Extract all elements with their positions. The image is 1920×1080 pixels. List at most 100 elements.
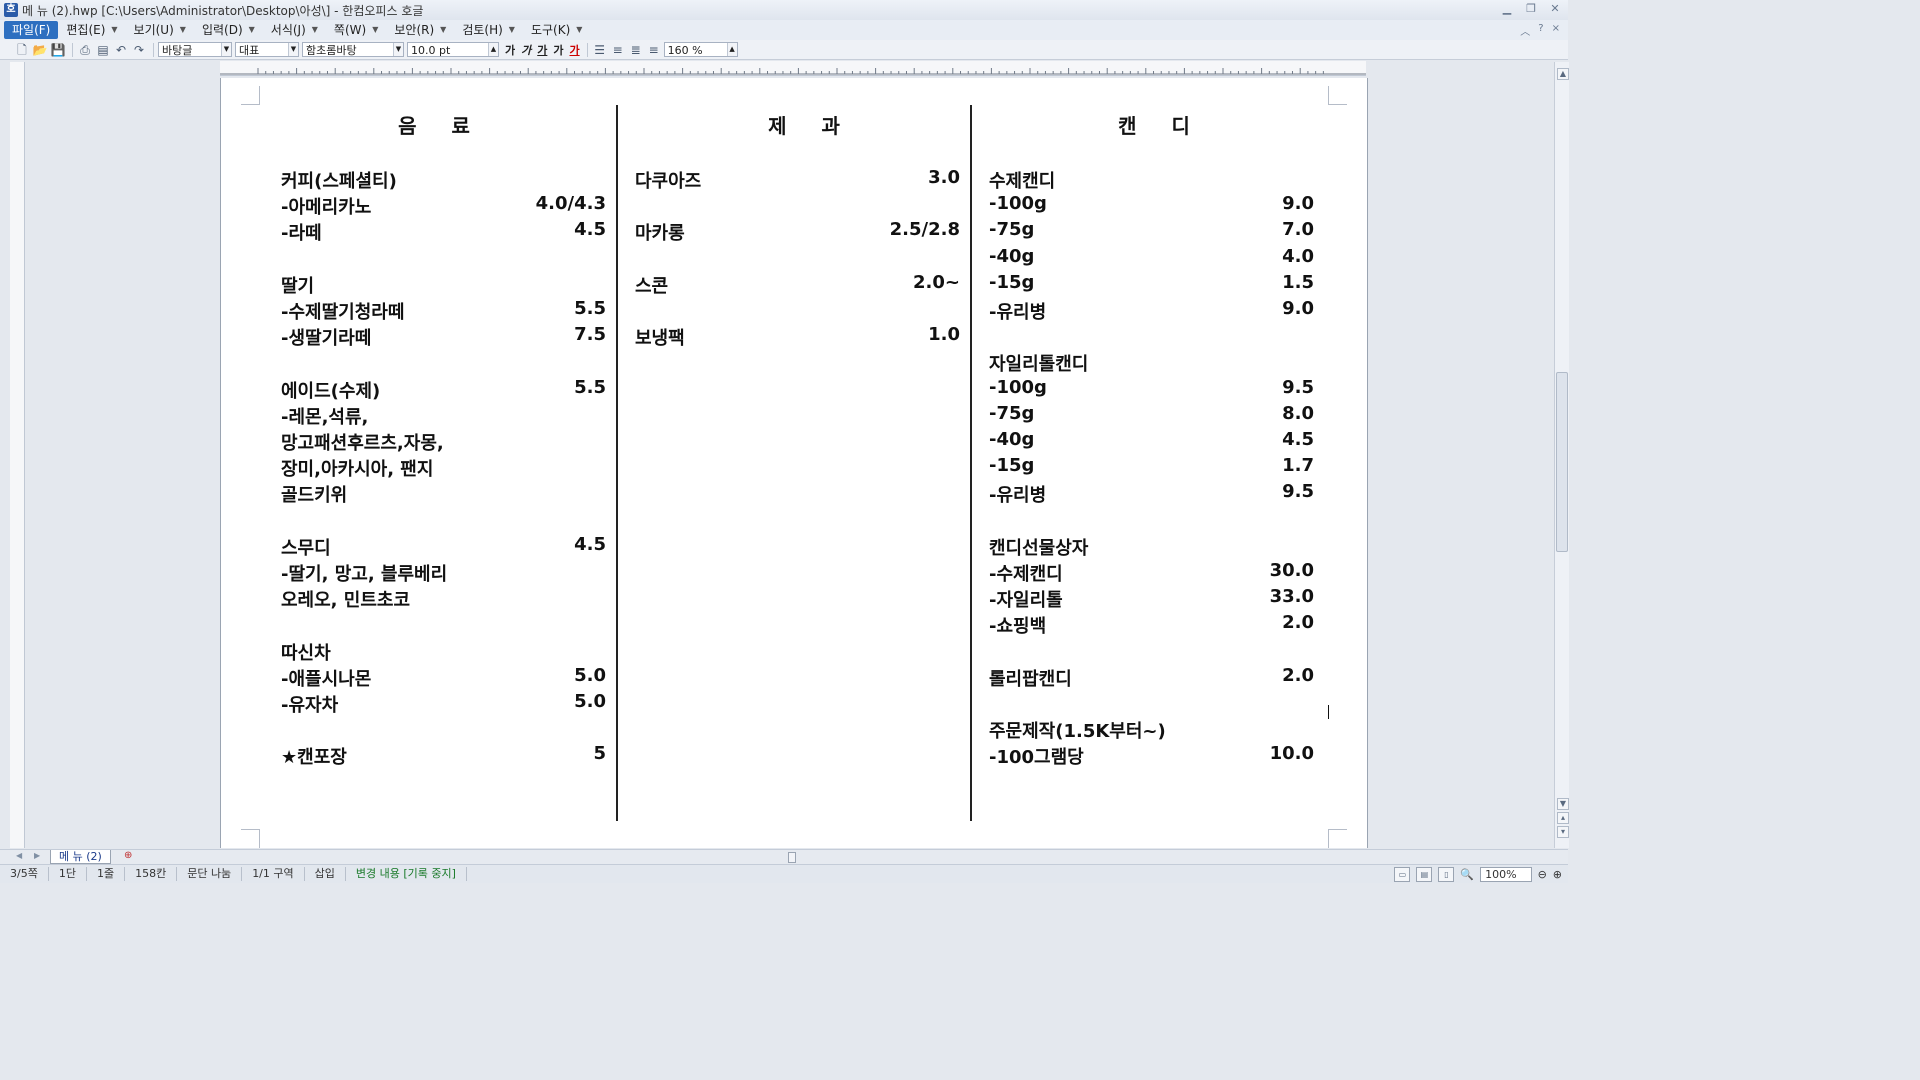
menu-view[interactable]: 보기(U) ▼ [126,21,194,39]
item-name: -100그램당 [989,747,1084,769]
style-select[interactable]: 바탕글 ▼ [158,42,232,57]
menu-review[interactable]: 검토(H) ▼ [454,21,523,39]
status-page[interactable]: 3/5쪽 [0,867,49,881]
status-section: 1/1 구역 [242,867,305,881]
open-folder-icon[interactable]: 📂 [32,42,48,58]
item-name: -유리병 [989,302,1047,323]
toolbar-divider [586,42,588,57]
restore-icon[interactable]: ❐ [1524,2,1538,16]
drinks-menu-row: -레몬,석류, [281,403,606,428]
redo-icon[interactable]: ↷ [131,42,147,58]
underline-button[interactable]: 가 [537,42,547,58]
align-justify-icon[interactable]: ☰ [592,42,608,58]
align-right-icon[interactable]: ≡ [646,42,662,58]
item-name: 수제캔디 [989,171,1056,192]
prev-page-icon[interactable]: ▴ [1557,812,1569,824]
normal-view-icon[interactable]: ▭ [1394,867,1411,882]
status-char: 158칸 [125,867,178,881]
item-price: 4.5 [574,533,606,555]
minimize-icon[interactable]: ▁ [1500,2,1514,16]
status-track-changes[interactable]: 변경 내용 [기록 중지] [346,867,467,881]
font-select[interactable]: 함초롬바탕 ▼ [302,42,404,57]
item-name: 보냉팩 [635,328,685,350]
bold-button[interactable]: 가 [505,42,515,58]
candy-menu-row: -15g 1.5 [989,272,1314,296]
item-price: 4.5 [574,219,606,241]
status-insert-mode[interactable]: 삽입 [305,867,346,881]
font-color-button[interactable]: 가 [570,42,580,58]
item-name: 에이드(수제) [281,380,381,402]
drinks-menu-row: ★캔포장 5 [281,743,606,768]
menu-insert[interactable]: 입력(D) ▼ [194,21,263,39]
menu-format[interactable]: 서식(J) ▼ [263,21,326,39]
vertical-scrollbar[interactable]: ▲ ▼ ▴ ▾ [1554,62,1569,848]
item-price: 2.0 [1282,612,1314,634]
toolbar-divider [153,42,154,57]
undo-icon[interactable]: ↶ [113,42,129,58]
zoom-select[interactable]: 100% [1480,867,1532,882]
font-size-input[interactable]: 10.0 pt ▲ [407,42,499,57]
item-name: 오레오, 민트초코 [281,590,411,612]
drinks-menu-row: -라떼 4.5 [281,219,606,245]
toolbar: 🗋 📂 💾 ⎙ ▤ ↶ ↷ 바탕글 ▼ 대표 ▼ 함초롬바탕 ▼ 10.0 pt ▲ 가… [0,40,1568,60]
hwp-logo-icon: 호 [4,3,18,17]
italic-button[interactable]: 가 [521,42,531,58]
item-name: -100g [989,193,1047,215]
next-page-icon[interactable]: ▾ [1557,826,1569,838]
ribbon-toggle-icon[interactable]: ︿ [1520,23,1530,38]
save-icon[interactable]: 💾 [50,42,66,58]
new-tab-icon[interactable]: ⊕ [124,850,132,861]
menu-file[interactable]: 파일(F) [4,21,59,39]
item-price: 5.5 [574,376,606,398]
scroll-down-icon[interactable]: ▼ [1557,798,1569,810]
item-price: 10.0 [1269,743,1314,765]
horizontal-ruler[interactable] [220,61,1366,76]
scroll-up-icon[interactable]: ▲ [1557,68,1569,80]
web-view-icon[interactable]: ▤ [1416,867,1433,882]
caret-down-icon: ▼ [440,25,447,34]
item-name: -수제캔디 [989,564,1063,585]
close-icon[interactable]: ✕ [1548,2,1562,16]
horizontal-scroll-thumb[interactable] [788,852,796,863]
doc-close-icon[interactable]: × [1552,23,1560,38]
zoom-icon[interactable]: 🔍 [1460,868,1474,881]
item-price: 7.5 [574,324,606,346]
bakery-menu-row: 마카롱 2.5/2.8 [635,219,960,244]
page-view-icon[interactable]: ▯ [1438,867,1455,882]
align-left-icon[interactable]: ≡ [610,42,626,58]
line-spacing-input[interactable]: 160 % ▲ [663,42,738,57]
align-center-icon[interactable]: ≣ [628,42,644,58]
scroll-thumb[interactable] [1556,372,1568,552]
item-name: 딸기 [281,275,315,297]
tab-first-icon[interactable]: ◀ [16,851,22,860]
preview-icon[interactable]: ▤ [95,42,111,58]
caret-down-icon: ▼ [179,25,186,34]
print-icon[interactable]: ⎙ [77,42,93,58]
item-name: -딸기, 망고, 블루베리 [281,564,448,585]
menu-security[interactable]: 보안(R) ▼ [386,21,454,39]
vertical-ruler[interactable] [10,62,25,848]
margin-corner [1328,829,1347,848]
spinner-icon: ▲ [726,43,737,56]
zoom-out-icon[interactable]: ⊖ [1538,868,1547,881]
menu-page[interactable]: 쪽(W) ▼ [326,21,386,39]
document-page[interactable]: 음 료 제 과 캔 디 커피(스페셜티) -아메리카노 4.0/4.3 -라떼 4.5 딸… [220,78,1368,848]
caret-down-icon: ▼ [372,25,379,34]
menu-edit[interactable]: 편집(E) ▼ [58,21,125,39]
font-value: 함초롬바탕 [306,44,357,57]
strike-button[interactable]: 가 [553,42,563,58]
item-name: -라떼 [281,223,322,245]
tab-document[interactable]: 메 뉴 (2) [50,850,111,864]
item-name: -아메리카노 [281,197,372,219]
menu-tools[interactable]: 도구(K) ▼ [523,21,590,39]
tab-next-icon[interactable]: ▶ [34,851,40,860]
rep-value: 대표 [239,44,260,57]
candy-menu-row: -75g 8.0 [989,403,1314,427]
drinks-menu-row: 장미,아카시아, 팬지 [281,455,606,480]
drinks-menu-row: -애플시나몬 5.0 [281,665,606,690]
help-icon[interactable]: ? [1538,23,1543,38]
candy-menu-row: 주문제작(1.5K부터~) [989,717,1314,742]
new-doc-icon[interactable]: 🗋 [14,42,30,58]
representative-font-select[interactable]: 대표 ▼ [235,42,299,57]
zoom-in-icon[interactable]: ⊕ [1553,868,1562,881]
